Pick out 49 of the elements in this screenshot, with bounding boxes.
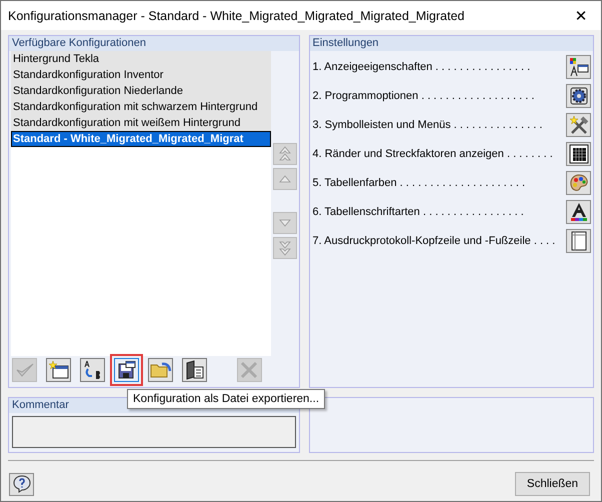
configuration-item[interactable]: Standardkonfiguration mit schwarzem Hintergrund <box>11 99 271 115</box>
tools-icon <box>568 114 588 134</box>
display-properties-icon <box>568 56 588 76</box>
help-icon <box>12 475 30 493</box>
copy-icon <box>184 360 204 380</box>
configuration-item[interactable]: Standardkonfiguration mit weißem Hintergrund <box>11 115 271 131</box>
setting-button[interactable] <box>566 142 591 166</box>
panel-header: Verfügbare Konfigurationen <box>9 36 298 51</box>
setting-label: 6. Tabellenschriftarten . . . . . . . . . . . . . . . . . <box>312 206 524 218</box>
toolbar-button[interactable] <box>114 358 139 382</box>
tooltip: Konfiguration als Datei exportieren... <box>127 389 326 409</box>
new-window-icon <box>48 361 68 379</box>
setting-label: 5. Tabellenfarben . . . . . . . . . . . . . . . . . . . . . <box>312 176 526 188</box>
toolbar-button[interactable] <box>46 358 71 382</box>
setting-button[interactable] <box>566 54 591 78</box>
configuration-item[interactable]: Standard - White_Migrated_Migrated_Migrat <box>11 131 271 147</box>
double-down-arrow-icon <box>279 240 291 256</box>
toolbar-button[interactable] <box>80 358 105 382</box>
grid-icon <box>568 144 588 164</box>
close-button[interactable]: Schließen <box>515 472 590 496</box>
setting-label: 7. Ausdruckprotokoll-Kopfzeile und -Fußzeile . . . . <box>312 234 556 246</box>
setting-label: 3. Symbolleisten und Menüs . . . . . . . . . . . . . . . <box>312 118 542 130</box>
toolbar-button[interactable] <box>182 358 207 382</box>
configuration-item[interactable]: Standardkonfiguration Niederlande <box>11 83 271 99</box>
setting-label: 4. Ränder und Streckfaktoren anzeigen . . . . . . . . <box>312 148 553 160</box>
help-button[interactable] <box>9 472 34 496</box>
setting-button[interactable] <box>566 200 591 224</box>
delete-icon <box>240 361 258 379</box>
gear-icon <box>568 86 588 106</box>
panel-header: Einstellungen <box>310 36 593 51</box>
folder-icon <box>150 361 172 379</box>
comment-field[interactable] <box>12 416 296 448</box>
font-icon <box>568 202 588 222</box>
page-icon <box>570 230 586 250</box>
setting-button[interactable] <box>566 112 591 136</box>
up-arrow-icon <box>279 174 291 184</box>
rename-icon <box>82 360 102 380</box>
check-icon <box>16 362 34 378</box>
setting-label: 1. Anzeigeeigenschaften . . . . . . . . . . . . . . . . <box>312 60 530 72</box>
palette-icon <box>568 172 588 192</box>
configuration-item[interactable]: Hintergrund Tekla <box>11 51 271 67</box>
close-button[interactable]: ✕ <box>561 1 601 30</box>
setting-button[interactable] <box>566 228 591 252</box>
setting-button[interactable] <box>566 84 591 108</box>
double-up-arrow-icon <box>279 146 291 162</box>
configuration-item[interactable]: Standardkonfiguration Inventor <box>11 67 271 83</box>
setting-label: 2. Programmoptionen . . . . . . . . . . . . . . . . . . . <box>312 90 534 102</box>
down-arrow-icon <box>279 218 291 228</box>
window-title: Konfigurationsmanager - Standard - White_Migrated_Migrated_Migrated_Migrated <box>8 8 464 22</box>
